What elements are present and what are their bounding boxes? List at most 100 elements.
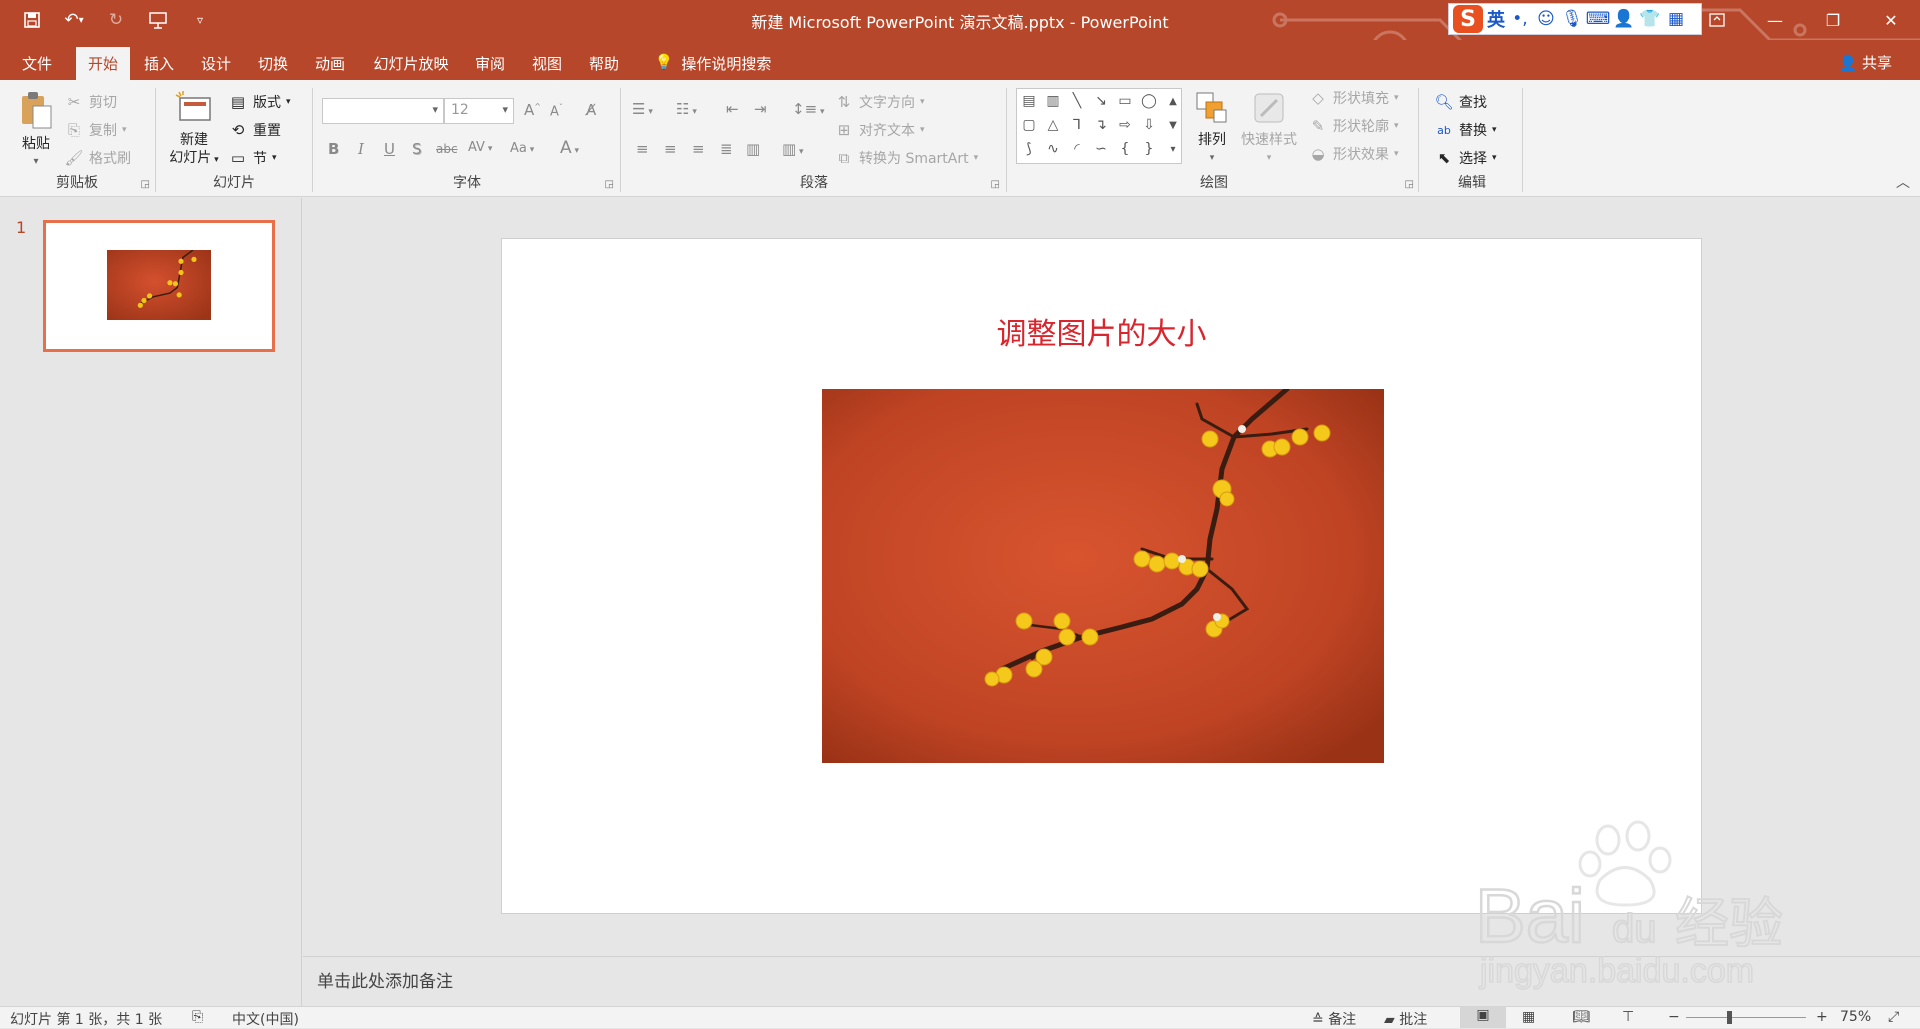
scribble-shape-icon[interactable]: ∿	[1043, 139, 1063, 159]
left-brace-shape-icon[interactable]: {	[1115, 139, 1135, 159]
rectangle-shape-icon[interactable]: ▭	[1115, 91, 1135, 111]
cut-button[interactable]: ✂ 剪切	[64, 92, 117, 112]
character-spacing-button[interactable]: AV ▾	[468, 140, 492, 155]
quick-styles-button[interactable]: 快速样式 ▾	[1236, 90, 1302, 167]
notes-placeholder[interactable]: 单击此处添加备注	[317, 967, 453, 992]
freeform-shape-icon[interactable]: ⟆	[1019, 139, 1039, 159]
increase-indent-icon[interactable]: ⇥	[754, 100, 767, 118]
shape-outline-button[interactable]: ✎ 形状轮廓 ▾	[1308, 116, 1399, 136]
tell-me-search[interactable]: 💡 操作说明搜索	[648, 47, 778, 80]
format-painter-button[interactable]: 🖌 格式刷	[64, 148, 131, 168]
elbow-connector-shape-icon[interactable]: ⅂	[1067, 115, 1087, 135]
close-icon[interactable]: ✕	[1862, 0, 1920, 40]
right-arrow-shape-icon[interactable]: ⇨	[1115, 115, 1135, 135]
tab-transitions[interactable]: 切换	[246, 47, 300, 80]
arrow-line-shape-icon[interactable]: ↘	[1091, 91, 1111, 111]
align-text-button[interactable]: ⊞ 对齐文本 ▾	[834, 120, 925, 140]
arrange-button[interactable]: 排列 ▾	[1190, 90, 1234, 167]
section-button[interactable]: ▭ 节 ▾	[228, 148, 277, 168]
numbering-icon[interactable]: ☷ ▾	[676, 100, 697, 118]
down-arrow-shape-icon[interactable]: ⇩	[1139, 115, 1159, 135]
ime-punct-icon[interactable]: •,	[1509, 8, 1531, 30]
text-direction-button[interactable]: ⇅ 文字方向 ▾	[834, 92, 925, 112]
elbow-arrow-shape-icon[interactable]: ↴	[1091, 115, 1111, 135]
tab-slideshow[interactable]: 幻灯片放映	[366, 47, 456, 80]
slideshow-view-icon[interactable]: ⊤	[1622, 1009, 1634, 1025]
zoom-out-icon[interactable]: −	[1668, 1009, 1680, 1025]
reset-button[interactable]: ⟲ 重置	[228, 120, 281, 140]
copy-button[interactable]: ⎘ 复制 ▾	[64, 120, 127, 140]
zoom-in-icon[interactable]: +	[1816, 1009, 1828, 1025]
toolbox-grid-icon[interactable]: ▦	[1665, 8, 1687, 30]
collapse-ribbon-icon[interactable]: ︿	[1896, 172, 1910, 192]
zoom-level[interactable]: 75%	[1840, 1009, 1871, 1025]
shape-fill-button[interactable]: ◇ 形状填充 ▾	[1308, 88, 1398, 108]
justify-icon[interactable]: ≣	[720, 140, 733, 158]
decrease-indent-icon[interactable]: ⇤	[726, 100, 739, 118]
right-brace-shape-icon[interactable]: }	[1139, 139, 1159, 159]
zoom-slider-track[interactable]	[1686, 1017, 1806, 1018]
curve-shape-icon[interactable]: ∽	[1091, 139, 1111, 159]
italic-button[interactable]: I	[358, 140, 364, 158]
arrange-dropdown-icon[interactable]: ▾	[1190, 149, 1234, 167]
share-button[interactable]: 👤 共享	[1839, 52, 1892, 73]
font-color-button[interactable]: A ▾	[560, 138, 579, 158]
font-launcher-icon[interactable]: ◲	[605, 179, 614, 190]
minimize-icon[interactable]: —	[1746, 0, 1804, 40]
comments-toggle-button[interactable]: ▰ 批注	[1384, 1009, 1427, 1029]
align-center-icon[interactable]: ≡	[664, 140, 677, 158]
paste-dropdown-icon[interactable]: ▾	[14, 153, 58, 171]
font-name-combo[interactable]: ▾	[322, 98, 444, 124]
tab-file[interactable]: 文件	[10, 47, 64, 80]
tab-view[interactable]: 视图	[520, 47, 574, 80]
font-size-combo[interactable]: 12 ▾	[444, 98, 514, 124]
new-slide-button[interactable]: 新建 幻灯片 ▾	[164, 90, 224, 169]
skin-shirt-icon[interactable]: 👕	[1639, 8, 1661, 30]
normal-view-icon[interactable]: ▣	[1460, 1007, 1506, 1028]
slide-canvas[interactable]: 调整图片的大小	[501, 238, 1702, 914]
slide-title[interactable]: 调整图片的大小	[502, 309, 1701, 353]
clear-formatting-icon[interactable]: A̸	[586, 101, 596, 119]
restore-icon[interactable]: ❐	[1804, 0, 1862, 40]
shapes-gallery[interactable]: ▤ ▥ ╲ ↘ ▭ ◯ ▢ △ ⅂ ↴ ⇨ ⇩ ⟆ ∿ ◜ ∽ { } ▲ ▼ …	[1016, 88, 1182, 164]
tab-design[interactable]: 设计	[189, 47, 243, 80]
change-case-button[interactable]: Aa ▾	[510, 141, 534, 156]
align-left-icon[interactable]: ≡	[636, 140, 649, 158]
replace-button[interactable]: ab 替换 ▾	[1434, 120, 1496, 140]
quick-styles-dropdown-icon[interactable]: ▾	[1236, 149, 1302, 167]
tab-animations[interactable]: 动画	[303, 47, 357, 80]
tab-help[interactable]: 帮助	[577, 47, 631, 80]
ribbon-display-options-icon[interactable]	[1688, 0, 1746, 40]
paste-button[interactable]: 粘贴 ▾	[14, 90, 58, 171]
vertical-textbox-shape-icon[interactable]: ▥	[1043, 91, 1063, 111]
microphone-icon[interactable]: 🎙	[1561, 8, 1583, 30]
paragraph-launcher-icon[interactable]: ◲	[991, 179, 1000, 190]
slide-thumbnail[interactable]	[43, 220, 275, 352]
arc-shape-icon[interactable]: ◜	[1067, 139, 1087, 159]
clipboard-launcher-icon[interactable]: ◲	[141, 179, 150, 190]
notes-pane[interactable]: 单击此处添加备注	[303, 956, 1920, 1007]
tab-insert[interactable]: 插入	[132, 47, 186, 80]
rounded-rect-shape-icon[interactable]: ▢	[1019, 115, 1039, 135]
select-button[interactable]: ⬉ 选择 ▾	[1434, 148, 1497, 168]
fit-to-window-icon[interactable]: ⤢	[1888, 1009, 1899, 1025]
spell-check-icon[interactable]: ⎘	[192, 1009, 203, 1025]
underline-button[interactable]: U	[384, 140, 395, 158]
convert-smartart-button[interactable]: ⧉ 转换为 SmartArt ▾	[834, 148, 979, 168]
distributed-icon[interactable]: ▥	[746, 140, 760, 158]
bullets-icon[interactable]: ☰ ▾	[632, 100, 653, 118]
align-right-icon[interactable]: ≡	[692, 140, 705, 158]
keyboard-icon[interactable]: ⌨	[1586, 8, 1611, 30]
tab-home[interactable]: 开始	[76, 47, 130, 80]
emoji-icon[interactable]: ☺	[1535, 8, 1557, 30]
shape-effects-button[interactable]: ◒ 形状效果 ▾	[1308, 144, 1398, 164]
oval-shape-icon[interactable]: ◯	[1139, 91, 1159, 111]
textbox-shape-icon[interactable]: ▤	[1019, 91, 1039, 111]
slide-picture[interactable]	[822, 389, 1384, 763]
reading-view-icon[interactable]: 📖︎	[1572, 1009, 1590, 1025]
strikethrough-button[interactable]: abc	[436, 142, 458, 156]
line-spacing-icon[interactable]: ↕≡ ▾	[792, 100, 825, 118]
layout-button[interactable]: ▤ 版式 ▾	[228, 92, 291, 112]
drawing-launcher-icon[interactable]: ◲	[1405, 179, 1414, 190]
bold-button[interactable]: B	[328, 140, 339, 158]
